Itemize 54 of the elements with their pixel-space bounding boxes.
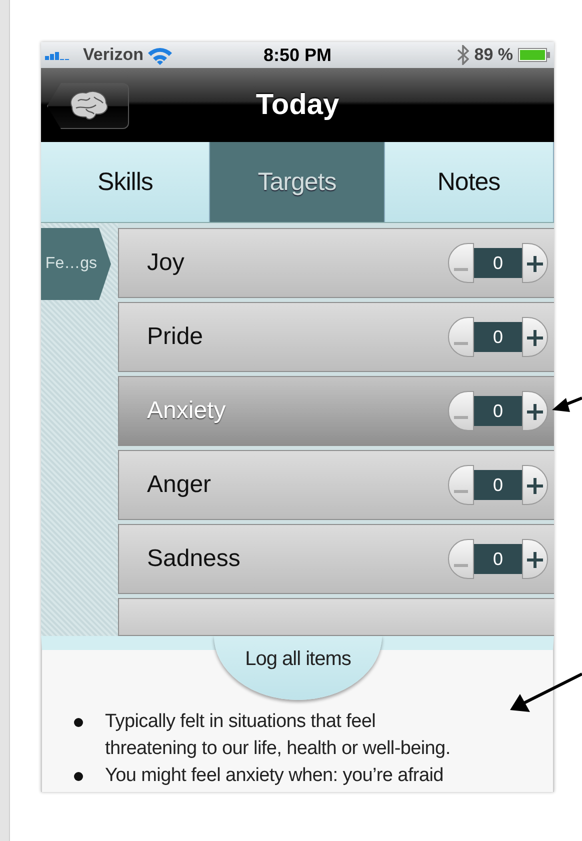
plus-icon	[527, 478, 543, 494]
emotion-label: Pride	[147, 323, 204, 351]
increment-button[interactable]	[522, 391, 548, 431]
emotion-label: Anger	[147, 471, 212, 499]
decrement-button[interactable]	[448, 391, 474, 431]
emotion-row[interactable]: Anger 0	[118, 450, 554, 520]
increment-button[interactable]	[522, 317, 548, 357]
decrement-button[interactable]	[448, 243, 474, 283]
minus-icon	[454, 490, 468, 494]
battery-icon	[518, 48, 550, 62]
description-text: You might feel anxiety when: you’re afraid	[105, 764, 444, 788]
log-all-button[interactable]: Log all items	[214, 636, 382, 700]
plus-icon	[527, 404, 543, 420]
bullet-icon	[74, 718, 83, 727]
plus-icon	[527, 330, 543, 346]
increment-button[interactable]	[522, 539, 548, 579]
minus-icon	[454, 416, 468, 420]
emotion-label: Sadness	[147, 545, 242, 573]
tab[interactable]: Notes	[384, 142, 554, 222]
description-text: Typically felt in situations that feel threatening to our life, health or well-being.	[105, 710, 452, 761]
bullet-icon	[74, 772, 83, 781]
plus-icon	[527, 552, 543, 568]
wifi-icon	[147, 46, 174, 64]
count-value: 0	[474, 396, 522, 426]
minus-icon	[454, 342, 468, 346]
carrier-name: Verizon	[83, 45, 144, 65]
tab[interactable]: Targets	[210, 142, 385, 222]
screen-title: Today	[256, 88, 340, 122]
emotion-row[interactable]: Anxiety 0	[118, 376, 554, 446]
emotion-label: Anxiety	[147, 397, 227, 425]
decrement-button[interactable]	[448, 465, 474, 505]
annotation-arrow	[510, 672, 582, 712]
clock-time: 8:50 PM	[263, 44, 332, 66]
increment-button[interactable]	[522, 465, 548, 505]
back-button[interactable]	[47, 83, 129, 129]
emotion-row[interactable]: Pride 0	[118, 302, 554, 372]
count-value: 0	[474, 470, 522, 500]
minus-icon	[454, 564, 468, 568]
emotion-row[interactable]: Sadness 0	[118, 524, 554, 594]
increment-button[interactable]	[522, 243, 548, 283]
annotation-arrow	[552, 396, 582, 412]
decrement-button[interactable]	[448, 539, 474, 579]
decrement-button[interactable]	[448, 317, 474, 357]
minus-icon	[454, 268, 468, 272]
emotion-row[interactable]: Joy 0	[118, 228, 554, 298]
emotion-label: Joy	[147, 249, 186, 277]
breadcrumb-tab[interactable]: Fe…gs	[41, 228, 111, 300]
count-value: 0	[474, 248, 522, 278]
count-value: 0	[474, 322, 522, 352]
count-value: 0	[474, 544, 522, 574]
bluetooth-icon	[457, 45, 470, 65]
plus-icon	[527, 256, 543, 272]
tab[interactable]: Skills	[41, 142, 210, 222]
battery-percent: 89 %	[474, 45, 513, 65]
